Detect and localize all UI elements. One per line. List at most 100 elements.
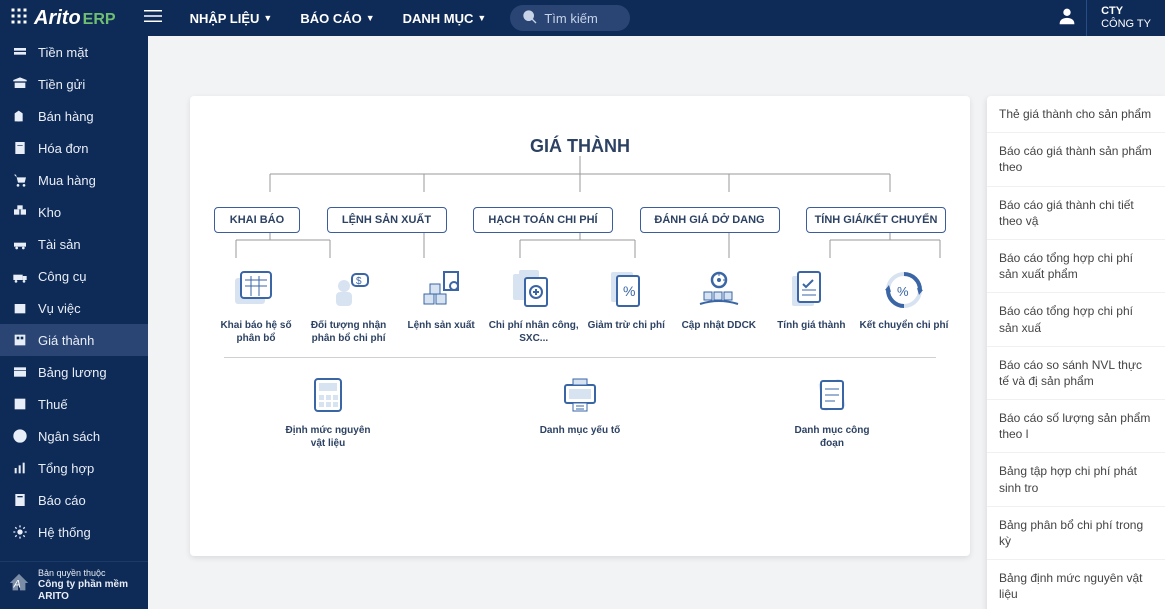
nav-bao-cao[interactable]: BÁO CÁO▼ <box>286 11 388 26</box>
sidebar-item-14[interactable]: Báo cáo <box>0 484 148 516</box>
logo[interactable]: AritoERP <box>34 7 116 30</box>
footer-line2: Công ty phần mềm ARITO <box>38 579 140 603</box>
sidebar-icon <box>12 172 28 188</box>
bottom-leaf-0[interactable]: Định mức nguyên vật liệu <box>282 372 374 450</box>
leaf-label: Danh mục yếu tố <box>540 424 621 437</box>
sidebar-item-label: Tiền mặt <box>38 45 88 60</box>
sidebar-item-label: Thuế <box>38 397 68 412</box>
logo-label: Arito <box>34 7 81 30</box>
leaf-label: Tính giá thành <box>777 319 845 332</box>
sidebar-icon <box>12 236 28 252</box>
leaf-icon <box>413 267 469 313</box>
diagram-title: GIÁ THÀNH <box>204 136 956 157</box>
sidebar-item-label: Hóa đơn <box>38 141 88 156</box>
leaf-icon <box>804 372 860 418</box>
right-panel-item-8[interactable]: Bảng phân bổ chi phí trong kỳ <box>987 507 1165 560</box>
sidebar-icon <box>12 428 28 444</box>
org-selector[interactable]: CTY CÔNG TY <box>1086 0 1165 36</box>
sidebar-icon <box>12 492 28 508</box>
sidebar-item-1[interactable]: Tiền gửi <box>0 68 148 100</box>
leaf-label: Danh mục công đoạn <box>786 424 878 450</box>
right-panel-item-0[interactable]: Thẻ giá thành cho sản phẩm <box>987 96 1165 133</box>
header: AritoERP NHẬP LIỆU▼ BÁO CÁO▼ DANH MỤC▼ T… <box>0 0 1165 36</box>
box-label: HẠCH TOÁN CHI PHÍ <box>488 214 597 226</box>
sidebar-item-12[interactable]: Ngân sách <box>0 420 148 452</box>
box-hach-toan[interactable]: HẠCH TOÁN CHI PHÍ <box>473 207 613 233</box>
logo-erp-label: ERP <box>83 11 116 29</box>
leaf-6[interactable]: Tính giá thành <box>765 267 857 345</box>
sidebar-item-label: Hệ thống <box>38 525 91 540</box>
svg-text:A: A <box>13 579 21 591</box>
sidebar-item-5[interactable]: Kho <box>0 196 148 228</box>
sidebar-item-13[interactable]: Tổng hợp <box>0 452 148 484</box>
leaf-icon <box>228 267 284 313</box>
hamburger-icon[interactable] <box>144 7 162 30</box>
leaf-icon <box>552 372 608 418</box>
leaf-7[interactable]: % Kết chuyển chi phí <box>858 267 950 345</box>
leaf-label: Lệnh sản xuất <box>408 319 475 332</box>
sidebar-item-label: Giá thành <box>38 333 94 348</box>
org-line2: CÔNG TY <box>1101 18 1151 31</box>
leaf-icon: % <box>598 267 654 313</box>
search-icon <box>522 9 538 28</box>
box-tinh-gia[interactable]: TÍNH GIÁ/KẾT CHUYỂN <box>806 207 946 233</box>
sidebar-item-4[interactable]: Mua hàng <box>0 164 148 196</box>
right-panel-item-4[interactable]: Báo cáo tổng hợp chi phí sản xuấ <box>987 293 1165 346</box>
box-khai-bao[interactable]: KHAI BÁO <box>214 207 300 233</box>
leaf-icon: % <box>876 267 932 313</box>
sidebar-item-label: Tài sản <box>38 237 81 252</box>
right-panel-item-3[interactable]: Báo cáo tổng hợp chi phí sản xuất phẩm <box>987 240 1165 293</box>
profile-icon[interactable] <box>1056 5 1078 32</box>
sidebar-item-label: Bảng lương <box>38 365 107 380</box>
box-label: KHAI BÁO <box>230 214 284 226</box>
bottom-leaf-2[interactable]: Danh mục công đoạn <box>786 372 878 450</box>
bottom-leaf-1[interactable]: Danh mục yếu tố <box>534 372 626 450</box>
right-panel-item-1[interactable]: Báo cáo giá thành sản phẩm theo <box>987 133 1165 186</box>
box-label: TÍNH GIÁ/KẾT CHUYỂN <box>815 214 938 226</box>
header-right: CTY CÔNG TY <box>1056 0 1165 36</box>
right-panel-item-9[interactable]: Bảng định mức nguyên vật liệu <box>987 560 1165 609</box>
sidebar-list: Tiền mặt Tiền gửi Bán hàng Hóa đơn Mua hàngK… <box>0 36 148 561</box>
sidebar-item-10[interactable]: Bảng lương <box>0 356 148 388</box>
sidebar-icon: % <box>12 396 28 412</box>
level1-row: KHAI BÁO LỆNH SẢN XUẤT HẠCH TOÁN CHI PHÍ… <box>214 207 946 233</box>
leaf-5[interactable]: Cập nhật DDCK <box>673 267 765 345</box>
nav-danh-muc[interactable]: DANH MỤC▼ <box>389 11 501 26</box>
sidebar-item-11[interactable]: % Thuế <box>0 388 148 420</box>
sidebar-item-label: Tiền gửi <box>38 77 85 92</box>
leaf-3[interactable]: Chi phí nhân công, SXC... <box>488 267 580 345</box>
sidebar-item-9[interactable]: Giá thành <box>0 324 148 356</box>
leaf-1[interactable]: $Đối tượng nhận phân bổ chi phí <box>303 267 395 345</box>
search-input[interactable]: Tìm kiếm <box>510 5 630 31</box>
box-lenh-san-xuat[interactable]: LỆNH SẢN XUẤT <box>327 207 447 233</box>
leaf-icon <box>506 267 562 313</box>
box-danh-gia[interactable]: ĐÁNH GIÁ DỞ DANG <box>640 207 780 233</box>
sidebar-icon <box>12 524 28 540</box>
box-label: LỆNH SẢN XUẤT <box>342 214 431 226</box>
right-panel-item-5[interactable]: Báo cáo so sánh NVL thực tế và đị sản ph… <box>987 347 1165 400</box>
sidebar-item-2[interactable]: Bán hàng <box>0 100 148 132</box>
sidebar-footer: A Bản quyền thuộc Công ty phần mềm ARITO <box>0 561 148 609</box>
sidebar-icon <box>12 76 28 92</box>
sidebar-item-label: Bán hàng <box>38 109 94 124</box>
apps-icon[interactable] <box>10 7 28 30</box>
sidebar-icon <box>12 268 28 284</box>
sidebar-item-6[interactable]: Tài sản <box>0 228 148 260</box>
nav-nhap-lieu[interactable]: NHẬP LIỆU▼ <box>176 11 287 26</box>
right-panel-item-6[interactable]: Báo cáo số lượng sản phẩm theo l <box>987 400 1165 453</box>
leaf-icon: $ <box>321 267 377 313</box>
box-label: ĐÁNH GIÁ DỞ DANG <box>654 214 764 226</box>
leaf-label: Kết chuyển chi phí <box>859 319 948 332</box>
sidebar-item-15[interactable]: Hệ thống <box>0 516 148 548</box>
right-panel-item-2[interactable]: Báo cáo giá thành chi tiết theo vậ <box>987 187 1165 240</box>
leaf-2[interactable]: Lệnh sản xuất <box>395 267 487 345</box>
sidebar-item-0[interactable]: Tiền mặt <box>0 36 148 68</box>
sidebar-item-8[interactable]: Vụ việc <box>0 292 148 324</box>
right-panel: Thẻ giá thành cho sản phẩmBáo cáo giá th… <box>987 96 1165 609</box>
leaf-0[interactable]: Khai báo hệ số phân bổ <box>210 267 302 345</box>
sidebar-item-3[interactable]: Hóa đơn <box>0 132 148 164</box>
right-panel-item-7[interactable]: Bảng tập hợp chi phí phát sinh tro <box>987 453 1165 506</box>
leaf-4[interactable]: %Giảm trừ chi phí <box>580 267 672 345</box>
sidebar-item-label: Ngân sách <box>38 429 100 444</box>
sidebar-item-7[interactable]: Công cụ <box>0 260 148 292</box>
